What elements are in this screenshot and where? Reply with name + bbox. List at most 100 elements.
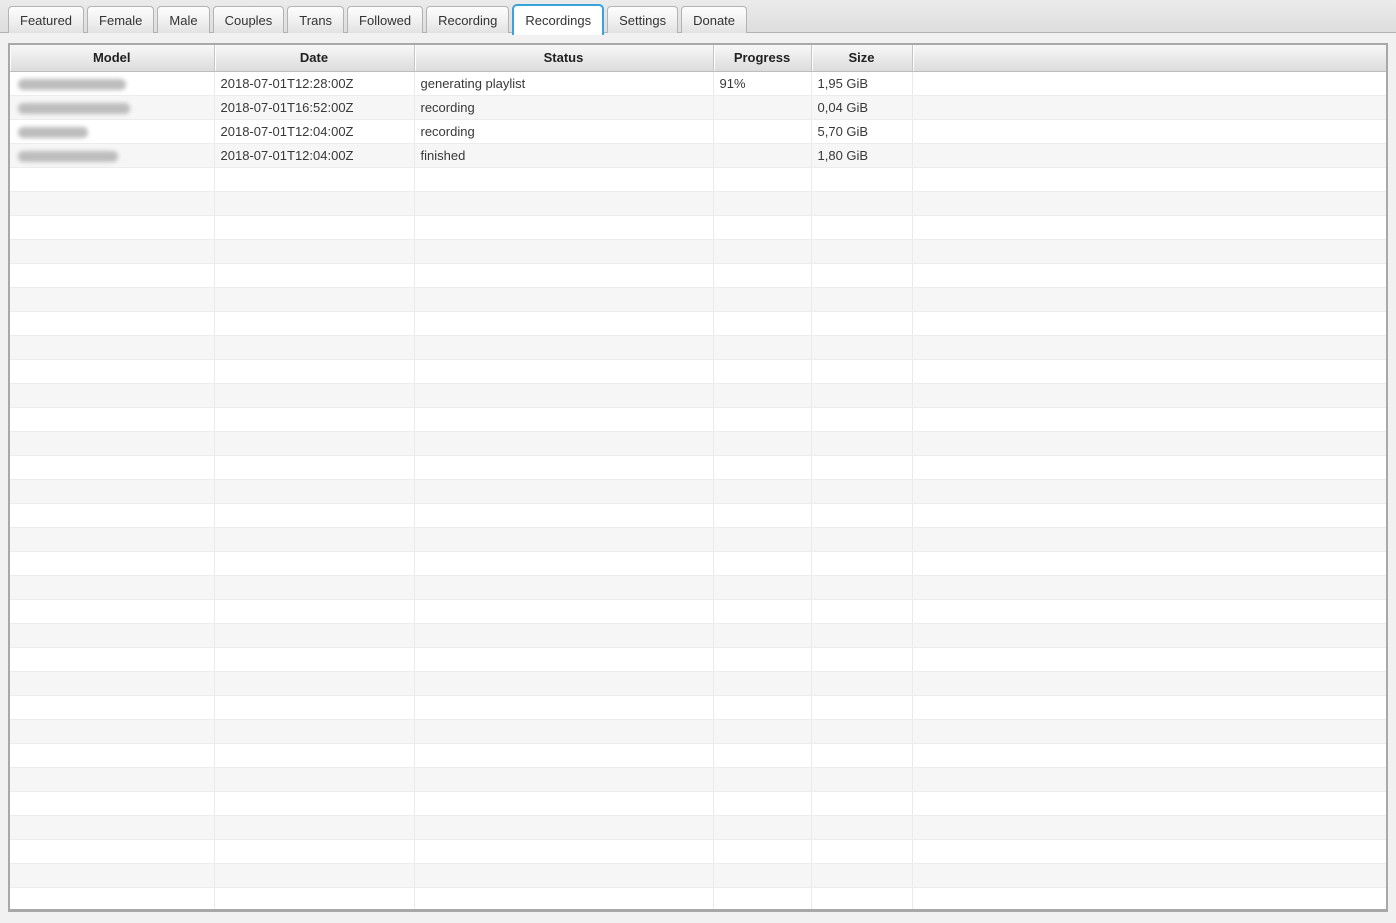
cell-status — [414, 815, 713, 839]
cell-date — [214, 407, 414, 431]
cell-size — [811, 263, 912, 287]
cell-spacer — [912, 215, 1386, 239]
tab-recordings[interactable]: Recordings — [512, 4, 604, 35]
cell-status — [414, 623, 713, 647]
censored-model-name — [18, 79, 126, 90]
column-header-model[interactable]: Model — [10, 45, 214, 71]
table-row[interactable]: 2018-07-01T12:28:00Zgenerating playlist9… — [10, 71, 1386, 95]
cell-model — [10, 839, 214, 863]
cell-status — [414, 503, 713, 527]
table-row[interactable] — [10, 407, 1386, 431]
tab-settings[interactable]: Settings — [607, 6, 678, 33]
table-row[interactable] — [10, 455, 1386, 479]
cell-spacer — [912, 191, 1386, 215]
cell-date — [214, 839, 414, 863]
table-row[interactable] — [10, 167, 1386, 191]
cell-date — [214, 263, 414, 287]
table-row[interactable] — [10, 311, 1386, 335]
cell-model — [10, 863, 214, 887]
table-row[interactable] — [10, 839, 1386, 863]
table-row[interactable] — [10, 215, 1386, 239]
cell-size: 0,04 GiB — [811, 95, 912, 119]
cell-progress — [713, 263, 811, 287]
column-header-date[interactable]: Date — [214, 45, 414, 71]
tab-donate[interactable]: Donate — [681, 6, 747, 33]
table-row[interactable] — [10, 647, 1386, 671]
cell-progress — [713, 575, 811, 599]
table-row[interactable] — [10, 383, 1386, 407]
tab-recording[interactable]: Recording — [426, 6, 509, 33]
table-row[interactable] — [10, 239, 1386, 263]
table-row[interactable] — [10, 575, 1386, 599]
cell-progress — [713, 239, 811, 263]
table-row[interactable] — [10, 671, 1386, 695]
table-row[interactable] — [10, 503, 1386, 527]
cell-size — [811, 431, 912, 455]
cell-spacer — [912, 791, 1386, 815]
table-row[interactable] — [10, 623, 1386, 647]
cell-date — [214, 743, 414, 767]
table-row[interactable] — [10, 335, 1386, 359]
cell-spacer — [912, 407, 1386, 431]
cell-date: 2018-07-01T12:04:00Z — [214, 119, 414, 143]
cell-date: 2018-07-01T12:04:00Z — [214, 143, 414, 167]
tab-couples[interactable]: Couples — [213, 6, 285, 33]
cell-date — [214, 887, 414, 911]
table-row[interactable] — [10, 863, 1386, 887]
cell-date — [214, 191, 414, 215]
cell-status — [414, 575, 713, 599]
tab-female[interactable]: Female — [87, 6, 154, 33]
table-row[interactable]: 2018-07-01T16:52:00Zrecording0,04 GiB — [10, 95, 1386, 119]
table-row[interactable] — [10, 719, 1386, 743]
cell-model — [10, 167, 214, 191]
table-row[interactable]: 2018-07-01T12:04:00Zrecording5,70 GiB — [10, 119, 1386, 143]
table-row[interactable] — [10, 599, 1386, 623]
table-row[interactable] — [10, 527, 1386, 551]
table-row[interactable] — [10, 263, 1386, 287]
column-header-status[interactable]: Status — [414, 45, 713, 71]
cell-progress — [713, 503, 811, 527]
cell-status — [414, 791, 713, 815]
cell-status — [414, 551, 713, 575]
table-row[interactable] — [10, 695, 1386, 719]
table-row[interactable] — [10, 431, 1386, 455]
table-row[interactable] — [10, 743, 1386, 767]
cell-model — [10, 623, 214, 647]
cell-size — [811, 359, 912, 383]
cell-spacer — [912, 239, 1386, 263]
tab-featured[interactable]: Featured — [8, 6, 84, 33]
recordings-table-container: ModelDateStatusProgressSize 2018-07-01T1… — [8, 43, 1388, 912]
table-row[interactable] — [10, 287, 1386, 311]
cell-model — [10, 767, 214, 791]
cell-spacer — [912, 119, 1386, 143]
column-header-spacer[interactable] — [912, 45, 1386, 71]
cell-size — [811, 383, 912, 407]
cell-date — [214, 623, 414, 647]
cell-progress — [713, 359, 811, 383]
table-row[interactable] — [10, 191, 1386, 215]
cell-status — [414, 863, 713, 887]
cell-progress — [713, 527, 811, 551]
cell-spacer — [912, 71, 1386, 95]
column-header-progress[interactable]: Progress — [713, 45, 811, 71]
cell-progress — [713, 551, 811, 575]
table-row[interactable] — [10, 767, 1386, 791]
table-row[interactable]: 2018-07-01T12:04:00Zfinished1,80 GiB — [10, 143, 1386, 167]
cell-size — [811, 167, 912, 191]
cell-status — [414, 527, 713, 551]
tab-male[interactable]: Male — [157, 6, 209, 33]
table-row[interactable] — [10, 815, 1386, 839]
cell-size: 5,70 GiB — [811, 119, 912, 143]
cell-size — [811, 767, 912, 791]
table-row[interactable] — [10, 887, 1386, 911]
cell-date: 2018-07-01T12:28:00Z — [214, 71, 414, 95]
cell-spacer — [912, 455, 1386, 479]
table-row[interactable] — [10, 479, 1386, 503]
table-row[interactable] — [10, 359, 1386, 383]
table-row[interactable] — [10, 551, 1386, 575]
column-header-size[interactable]: Size — [811, 45, 912, 71]
cell-date — [214, 767, 414, 791]
tab-trans[interactable]: Trans — [287, 6, 344, 33]
tab-followed[interactable]: Followed — [347, 6, 423, 33]
table-row[interactable] — [10, 791, 1386, 815]
